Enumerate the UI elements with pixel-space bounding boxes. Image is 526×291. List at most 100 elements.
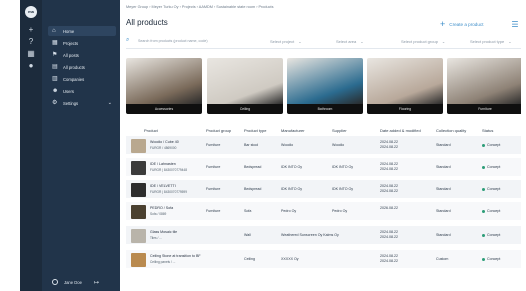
collection-quality: Standard [436,187,451,191]
table-row[interactable]: IDE / VELVETTI FURGR | 8430070779599 Furni… [126,180,524,200]
col-product-type[interactable]: Product type [244,128,266,133]
sidebar-item-all-products[interactable]: ▤ All products [48,62,116,72]
help-icon[interactable]: ? [27,38,35,46]
product-type: Sofa [244,209,252,213]
list-view-icon[interactable]: ☰ [510,21,520,29]
app-logo[interactable]: ma [25,6,37,18]
category-image [287,58,363,104]
logout-icon[interactable]: ↦ [94,279,99,286]
select-product-type[interactable]: Select product type ⌄ [470,39,512,44]
product-type: Bedspread [244,187,262,191]
product-group: Furniture [206,209,221,213]
status-dot-icon [482,143,485,147]
date-added: 2026.08.22 [380,206,398,210]
collection-quality: Standard [436,209,451,213]
select-product-group[interactable]: Select product group ⌄ [401,39,445,44]
select-project-label: Select project [270,39,295,44]
chevron-down-icon: ⌄ [107,100,112,106]
sidebar: ⌂ Home ▦ Projects ⚑ All posts ▤ All products ▥ Co… [42,0,120,291]
category-image [367,58,443,104]
col-manufacturer[interactable]: Manufacturer [281,128,305,133]
status-label: Concept [487,143,501,147]
status-dot-icon [482,209,485,213]
sidebar-item-all-posts[interactable]: ⚑ All posts [48,50,116,60]
table-row[interactable]: Woodio / Cube 40 FURGR / 4869000 Furniture… [126,136,524,156]
col-date[interactable]: Date added & modified [380,128,421,133]
add-icon[interactable]: + [27,26,35,34]
category-card-bathroom[interactable]: Bathroom [287,58,363,114]
product-group: Furniture [206,143,221,147]
table-row[interactable]: PEDRO / Sofa Sofa / 0869 Furniture Sofa Pedr… [126,202,524,222]
product-thumbnail [131,161,146,175]
col-product-group[interactable]: Product group [206,128,231,133]
sidebar-item-settings[interactable]: ⚙ Settings ⌄ [48,98,116,108]
supplier: Pedro Oy [332,209,348,213]
products-icon: ▤ [52,64,58,70]
table-row[interactable]: Glass Mosaic tile Tiles / ... Wall Weathere… [126,226,524,246]
product-sku: FURGR | 8430070779448 [150,168,187,172]
product-type: Wall [244,233,251,237]
col-supplier[interactable]: Supplier [332,128,347,133]
plus-icon: + [440,19,446,29]
status-dot-icon [482,187,485,191]
category-label: Accessories [126,104,202,114]
create-product-label: Create a product [449,21,484,27]
create-product-button[interactable]: + Create a product [440,19,484,29]
avatar-icon [52,279,58,285]
sidebar-item-home[interactable]: ⌂ Home [48,26,116,36]
category-card-furniture[interactable]: Furniture [447,58,523,114]
product-sku: Sofa / 0869 [150,212,167,216]
product-sku: FURGR | 8430070779599 [150,190,187,194]
main-content: Meyer Group › Meyer Turku Oy › Projects … [120,0,526,291]
category-image [207,58,283,104]
select-product-group-label: Select product group [401,39,438,44]
status-badge: Concept [482,143,500,147]
supplier: IDK INTO Oy [332,165,354,169]
sidebar-item-label: Projects [63,40,79,46]
category-label: Bathroom [287,104,363,114]
profile-icon[interactable]: ● [27,62,35,70]
collection-quality: Standard [436,165,451,169]
category-card-accessories[interactable]: Accessories [126,58,202,114]
col-status[interactable]: Status [482,128,493,133]
product-thumbnail [131,205,146,219]
category-card-flooring[interactable]: Flooring [367,58,443,114]
table-row[interactable]: IDE / Lahnasten FURGR | 8430070779448 Furn… [126,158,524,178]
sidebar-item-projects[interactable]: ▦ Projects [48,38,116,48]
select-area-label: Select area [336,39,357,44]
apps-icon[interactable]: ▦ [27,50,35,58]
select-product-type-label: Select product type [470,39,505,44]
search-input[interactable]: Search from products (product name, code… [138,39,208,43]
table-row[interactable]: Ceiling Stone at transition to BF Ceiling… [126,250,524,270]
sidebar-item-users[interactable]: ☻ Users [48,86,116,96]
status-badge: Concept [482,233,500,237]
status-dot-icon [482,233,485,237]
product-name: PEDRO / Sofa [150,206,174,210]
settings-icon: ⚙ [52,100,58,106]
product-type: Bedspread [244,165,262,169]
select-project[interactable]: Select project ⌄ [270,39,302,44]
sidebar-item-label: All products [63,64,85,70]
user-profile[interactable]: Jane Doe [52,279,82,285]
product-group: Furniture [206,187,221,191]
status-badge: Concept [482,165,500,169]
supplier: IDK INTO Oy [332,187,354,191]
select-area[interactable]: Select area ⌄ [336,39,364,44]
sidebar-item-companies[interactable]: ▥ Companies [48,74,116,84]
product-name: IDE / VELVETTI [150,184,176,188]
sidebar-item-label: Companies [63,76,85,82]
home-icon: ⌂ [52,28,56,34]
sidebar-item-label: All posts [63,52,79,58]
manufacturer: Pedro Oy [281,209,297,213]
category-card-ceiling[interactable]: Ceiling [207,58,283,114]
sidebar-item-label: Users [63,88,74,94]
col-quality[interactable]: Collection quality [436,128,466,133]
status-label: Concept [487,257,501,261]
product-group: Furniture [206,165,221,169]
col-product[interactable]: Product [144,128,158,133]
breadcrumb[interactable]: Meyer Group › Meyer Turku Oy › Projects … [126,5,274,9]
table-header: Product Product group Product type Manuf… [126,126,524,136]
user-name: Jane Doe [64,279,82,285]
chevron-down-icon: ⌄ [298,39,302,44]
manufacturer: IDK INTO Oy [281,187,303,191]
